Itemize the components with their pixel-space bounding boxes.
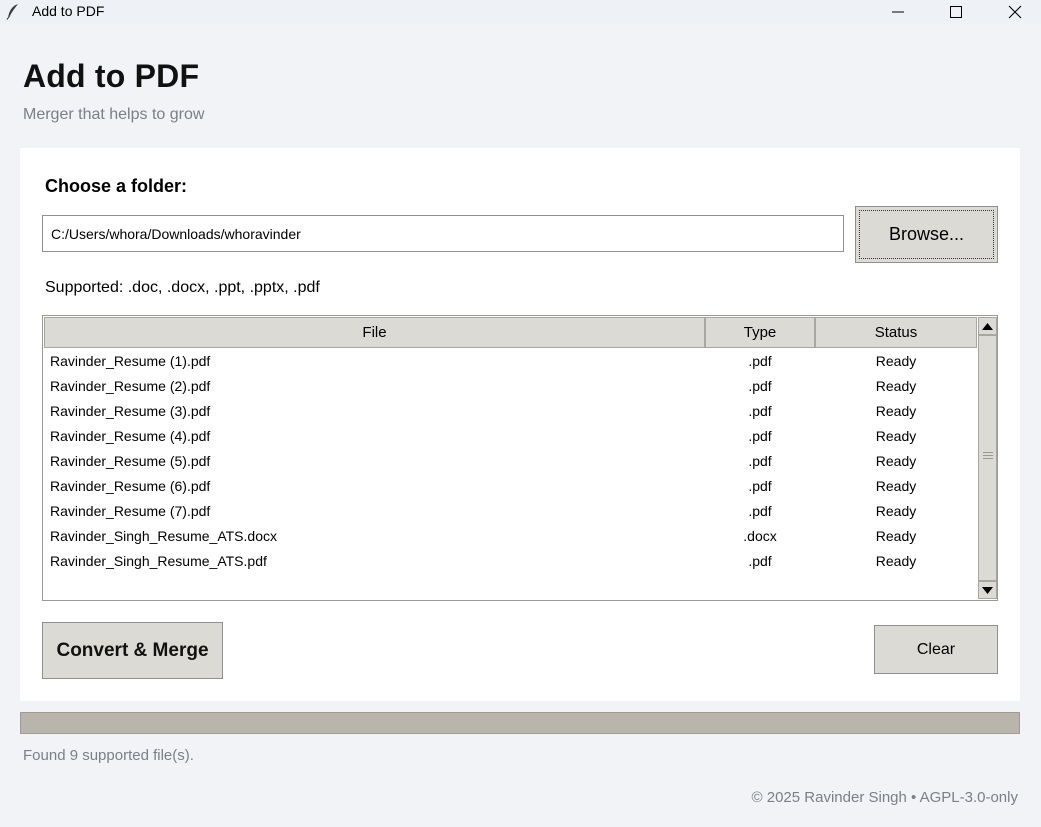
cell-file: Ravinder_Singh_Resume_ATS.docx bbox=[50, 527, 277, 544]
feather-icon bbox=[6, 3, 20, 20]
footer-copyright: © 2025 Ravinder Singh • AGPL-3.0-only bbox=[751, 789, 1018, 806]
folder-path-input[interactable] bbox=[42, 215, 844, 252]
table-scrollbar[interactable] bbox=[978, 317, 997, 599]
cell-type: .pdf bbox=[748, 427, 772, 444]
cell-status: Ready bbox=[875, 377, 917, 394]
column-header-type[interactable]: Type bbox=[705, 317, 815, 348]
cell-file: Ravinder_Resume (1).pdf bbox=[50, 352, 211, 369]
close-button[interactable] bbox=[992, 0, 1038, 24]
cell-type: .pdf bbox=[748, 377, 772, 394]
cell-file: Ravinder_Resume (7).pdf bbox=[50, 502, 211, 519]
cell-type: .pdf bbox=[748, 352, 772, 369]
arrow-up-icon bbox=[982, 322, 993, 330]
cell-file: Ravinder_Resume (6).pdf bbox=[50, 477, 211, 494]
maximize-icon bbox=[950, 6, 962, 18]
main-card: Choose a folder: Browse... Supported: .d… bbox=[20, 148, 1020, 701]
page-subtitle: Merger that helps to grow bbox=[23, 106, 205, 123]
minimize-icon bbox=[892, 11, 904, 13]
close-icon bbox=[1008, 5, 1022, 19]
focus-ring bbox=[859, 210, 994, 259]
maximize-button[interactable] bbox=[933, 0, 979, 24]
table-row[interactable]: Ravinder_Singh_Resume_ATS.docx .docx Ready bbox=[44, 523, 978, 548]
table-row[interactable]: Ravinder_Resume (1).pdf .pdf Ready bbox=[44, 348, 978, 373]
minimize-button[interactable] bbox=[875, 0, 921, 24]
cell-type: .pdf bbox=[748, 452, 772, 469]
table-row[interactable]: Ravinder_Resume (2).pdf .pdf Ready bbox=[44, 373, 978, 398]
choose-folder-label: Choose a folder: bbox=[45, 176, 188, 196]
table-row[interactable]: Ravinder_Resume (6).pdf .pdf Ready bbox=[44, 473, 978, 498]
cell-status: Ready bbox=[875, 352, 917, 369]
cell-file: Ravinder_Singh_Resume_ATS.pdf bbox=[50, 552, 267, 569]
cell-file: Ravinder_Resume (3).pdf bbox=[50, 402, 211, 419]
table-row[interactable]: Ravinder_Resume (3).pdf .pdf Ready bbox=[44, 398, 978, 423]
cell-status: Ready bbox=[875, 477, 917, 494]
cell-status: Ready bbox=[875, 402, 917, 419]
cell-type: .pdf bbox=[748, 402, 772, 419]
column-header-status[interactable]: Status bbox=[815, 317, 977, 348]
cell-type: .pdf bbox=[748, 502, 772, 519]
file-table: File Type Status Ravinder_Resume (1).pdf… bbox=[42, 315, 998, 601]
scroll-down-button[interactable] bbox=[978, 581, 997, 599]
grip-icon bbox=[983, 452, 993, 461]
status-text: Found 9 supported file(s). bbox=[23, 747, 194, 764]
cell-file: Ravinder_Resume (2).pdf bbox=[50, 377, 211, 394]
clear-button[interactable]: Clear bbox=[874, 625, 998, 674]
browse-button[interactable]: Browse... bbox=[855, 206, 998, 263]
cell-status: Ready bbox=[875, 452, 917, 469]
cell-status: Ready bbox=[875, 552, 917, 569]
cell-type: .pdf bbox=[748, 552, 772, 569]
arrow-down-icon bbox=[982, 586, 993, 594]
cell-file: Ravinder_Resume (4).pdf bbox=[50, 427, 211, 444]
table-row[interactable]: Ravinder_Resume (7).pdf .pdf Ready bbox=[44, 498, 978, 523]
window-titlebar: Add to PDF bbox=[0, 0, 1041, 24]
scroll-thumb[interactable] bbox=[978, 335, 997, 581]
cell-file: Ravinder_Resume (5).pdf bbox=[50, 452, 211, 469]
page-title: Add to PDF bbox=[23, 58, 200, 94]
window-title: Add to PDF bbox=[32, 3, 105, 19]
cell-status: Ready bbox=[875, 427, 917, 444]
table-row[interactable]: Ravinder_Resume (4).pdf .pdf Ready bbox=[44, 423, 978, 448]
convert-merge-button[interactable]: Convert & Merge bbox=[42, 622, 223, 679]
cell-type: .docx bbox=[743, 527, 777, 544]
cell-type: .pdf bbox=[748, 477, 772, 494]
column-header-file[interactable]: File bbox=[44, 317, 705, 348]
cell-status: Ready bbox=[875, 502, 917, 519]
supported-formats-text: Supported: .doc, .docx, .ppt, .pptx, .pd… bbox=[45, 279, 320, 296]
table-row[interactable]: Ravinder_Resume (5).pdf .pdf Ready bbox=[44, 448, 978, 473]
table-body: Ravinder_Resume (1).pdf .pdf Ready Ravinder… bbox=[44, 348, 978, 573]
progress-bar bbox=[20, 712, 1020, 734]
table-header: File Type Status bbox=[44, 317, 978, 348]
cell-status: Ready bbox=[875, 527, 917, 544]
scroll-up-button[interactable] bbox=[978, 317, 997, 335]
table-row[interactable]: Ravinder_Singh_Resume_ATS.pdf .pdf Ready bbox=[44, 548, 978, 573]
